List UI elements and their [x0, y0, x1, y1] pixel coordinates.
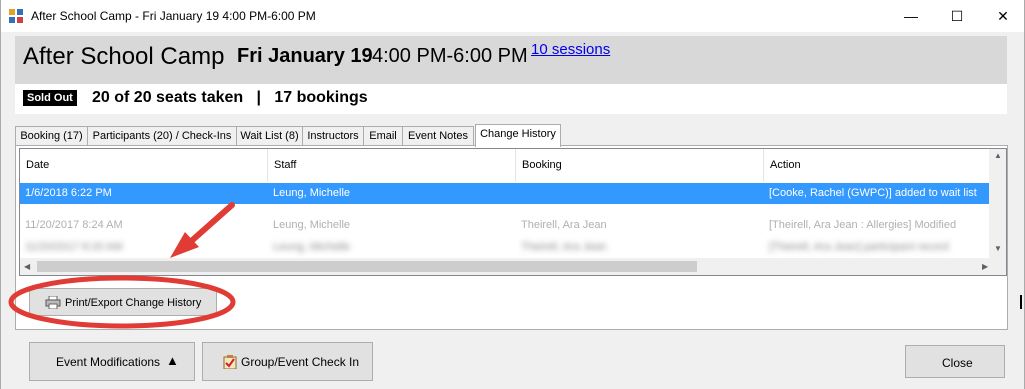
row-date: 1/6/2018 6:22 PM [25, 187, 112, 199]
row-booking [516, 183, 764, 204]
group-check-in-label: Group/Event Check In [241, 355, 360, 369]
tab-change-history[interactable]: Change History [475, 124, 561, 147]
event-modifications-button[interactable]: Event Modifications ▲ [29, 342, 195, 381]
print-export-label: Print/Export Change History [65, 297, 202, 309]
tab-wait-list[interactable]: Wait List (8) [236, 126, 303, 146]
row-booking: Theirell, Ara Jean [521, 219, 607, 231]
row-staff: Leung, Michelle [273, 219, 351, 231]
seats-summary: 20 of 20 seats taken | 17 bookings [92, 89, 368, 106]
window-title: After School Camp - Fri January 19 4:00 … [31, 9, 316, 23]
row-action: [Cooke, Rachel (GWPC)] added to wait lis… [769, 187, 977, 199]
scroll-down-icon[interactable]: ▼ [994, 244, 1002, 253]
column-header-action[interactable]: Action [764, 149, 990, 182]
print-export-button[interactable]: Print/Export Change History [29, 288, 217, 316]
tab-instructors[interactable]: Instructors [302, 126, 364, 146]
scroll-left-icon[interactable]: ◀ [24, 262, 30, 271]
maximize-button[interactable]: ☐ [934, 0, 980, 32]
splitter-handle[interactable] [1020, 295, 1022, 309]
clipboard-check-icon [223, 355, 237, 369]
row-staff: Leung, Michelle [273, 187, 351, 199]
tab-email[interactable]: Email [363, 126, 403, 146]
event-name: After School Camp [23, 43, 225, 70]
scroll-up-icon[interactable]: ▲ [994, 151, 1002, 160]
event-date: Fri January 19 [237, 45, 373, 67]
row-action: [Theirell, Ara Jean] participant record [769, 241, 949, 253]
table-row[interactable]: 1/6/2018 6:22 PM Leung, Michelle [Cooke,… [20, 183, 990, 204]
printer-icon [45, 296, 61, 309]
vertical-scrollbar[interactable]: ▲ ▼ [989, 149, 1006, 258]
close-button[interactable]: Close [905, 345, 1005, 378]
title-bar: After School Camp - Fri January 19 4:00 … [1, 0, 1024, 32]
tab-booking[interactable]: Booking (17) [15, 126, 88, 146]
event-modifications-label: Event Modifications [56, 355, 161, 369]
row-action: [Theirell, Ara Jean : Allergies] Modifie… [769, 219, 957, 231]
horizontal-scroll-thumb[interactable] [37, 261, 697, 272]
table-row[interactable]: 11/20/2017 8:24 AM Leung, Michelle Their… [20, 215, 990, 236]
sold-out-badge: Sold Out [23, 90, 77, 106]
event-window: After School Camp - Fri January 19 4:00 … [0, 0, 1025, 389]
app-icon [9, 9, 23, 23]
redaction-fade [20, 205, 990, 217]
scroll-right-icon[interactable]: ▶ [982, 262, 988, 271]
close-label: Close [942, 356, 973, 370]
row-date: 11/20/2017 8:24 AM [25, 219, 123, 231]
column-header-booking[interactable]: Booking [516, 149, 764, 182]
event-header: After School Camp Fri January 19 4:00 PM… [15, 36, 1007, 84]
change-history-table: Date Staff Booking Action 1/6/2018 6:22 … [19, 148, 1007, 276]
row-date: 11/20/2017 8:20 AM [25, 241, 123, 253]
minimize-button[interactable]: — [888, 0, 934, 32]
horizontal-scrollbar[interactable]: ◀ ▶ [20, 258, 1006, 275]
table-row[interactable]: 11/20/2017 8:20 AM Leung, Michelle Their… [20, 237, 990, 258]
tab-event-notes[interactable]: Event Notes [402, 126, 474, 146]
event-status: Sold Out 20 of 20 seats taken | 17 booki… [15, 84, 1007, 114]
column-header-staff[interactable]: Staff [268, 149, 516, 182]
row-booking: Theirell, Ara Jean [521, 241, 607, 253]
event-time: 4:00 PM-6:00 PM [372, 45, 528, 67]
column-header-date[interactable]: Date [20, 149, 268, 182]
sessions-link[interactable]: 10 sessions [531, 41, 610, 58]
group-check-in-button[interactable]: Group/Event Check In [202, 342, 373, 381]
close-window-button[interactable]: ✕ [980, 0, 1025, 32]
tab-participants[interactable]: Participants (20) / Check-Ins [87, 126, 237, 146]
row-staff: Leung, Michelle [273, 241, 351, 253]
triangle-up-icon: ▲ [166, 353, 179, 368]
